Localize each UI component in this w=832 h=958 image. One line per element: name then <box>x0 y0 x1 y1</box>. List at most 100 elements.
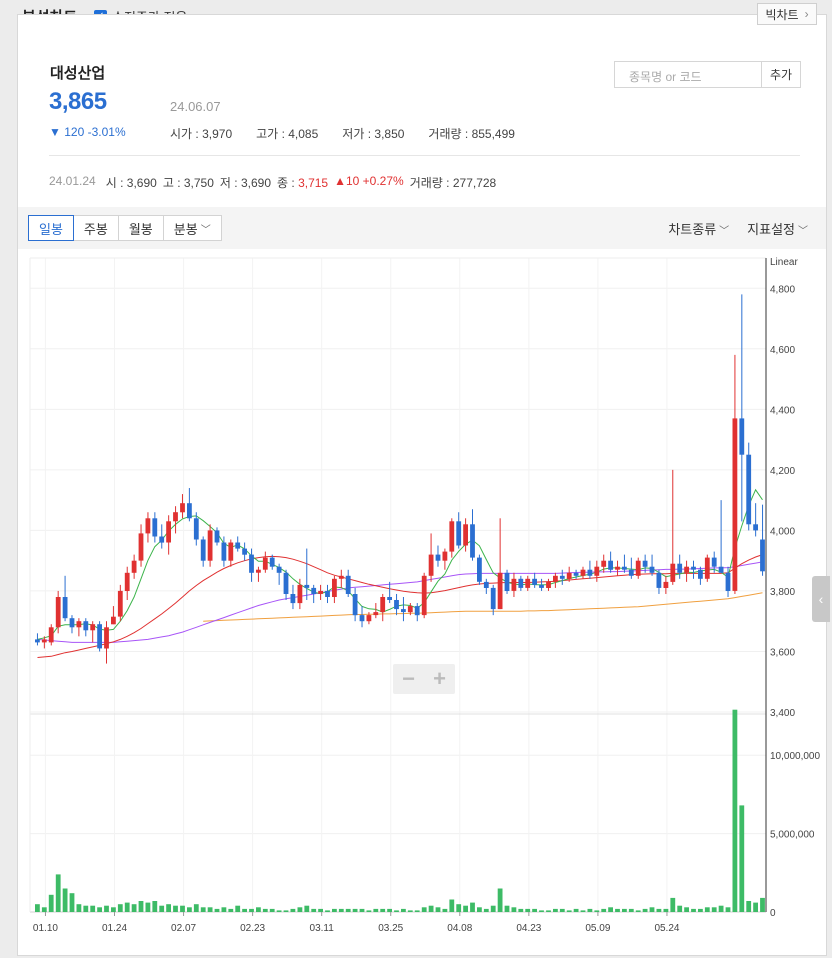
volume-bar <box>276 910 282 912</box>
volume-bar <box>62 888 68 912</box>
candle-body <box>338 575 344 579</box>
volume-bar <box>269 908 275 912</box>
volume-bar <box>207 907 213 912</box>
volume-bar <box>387 908 392 912</box>
volume-bar <box>511 907 517 912</box>
tab-daily[interactable]: 일봉 <box>28 215 74 241</box>
candle-body <box>97 624 102 649</box>
x-tick-label: 04.08 <box>447 923 472 934</box>
candle-body <box>573 572 579 576</box>
volume-bar <box>746 901 752 912</box>
candle-body <box>256 569 261 573</box>
candle-body <box>304 584 310 588</box>
volume-bar <box>670 897 676 912</box>
ma120-line <box>203 592 763 622</box>
volume-bar <box>553 908 558 912</box>
volume-bar <box>559 908 565 912</box>
volume-bar <box>677 905 683 912</box>
volume-tick-label: 0 <box>770 908 776 919</box>
candle-body <box>470 524 475 558</box>
price-volume-chart[interactable]: Linear 4,800 4,600 4,400 4,200 4,000 3,800 3,60… <box>0 0 832 958</box>
volume-bar <box>380 908 386 912</box>
candle-body <box>221 542 227 561</box>
candle-body <box>442 551 448 561</box>
volume-bar <box>152 901 158 912</box>
side-panel-toggle[interactable]: ‹ <box>812 576 830 622</box>
candle-body <box>483 581 489 588</box>
price-tick-label: 3,600 <box>770 647 795 658</box>
volume-bar <box>497 888 503 912</box>
candle-body <box>55 597 61 628</box>
candle-body <box>235 542 241 549</box>
candle-body <box>387 597 392 600</box>
volume-bar <box>138 901 144 912</box>
volume-bar <box>48 894 54 912</box>
volume-bar <box>407 910 413 912</box>
candle-body <box>41 639 47 643</box>
volume-bar <box>587 908 593 912</box>
volume-bar <box>193 904 199 912</box>
x-tick-label: 02.23 <box>240 923 265 934</box>
candle-body <box>249 554 254 573</box>
candle-body <box>124 572 130 591</box>
candle-body <box>166 521 171 543</box>
volume-bar <box>104 905 109 912</box>
zoom-out-icon[interactable]: − <box>402 666 415 692</box>
candle-body <box>504 572 510 591</box>
volume-bar <box>456 904 462 912</box>
candle-body <box>587 569 593 576</box>
candle-body <box>642 560 648 567</box>
volume-bar <box>359 908 365 912</box>
scale-label: Linear <box>770 257 798 268</box>
volume-bar <box>318 908 323 912</box>
volume-bar <box>539 910 544 912</box>
volume-bar <box>332 908 337 912</box>
volume-bar <box>490 905 496 912</box>
candle-body <box>35 639 40 643</box>
volume-bar <box>373 908 379 912</box>
x-tick-label: 01.10 <box>33 923 58 934</box>
volume-bar <box>90 905 96 912</box>
candle-body <box>435 554 441 561</box>
volume-bar <box>732 709 738 912</box>
candle-body <box>145 518 151 534</box>
x-tick-label: 05.09 <box>585 923 610 934</box>
volume-bar <box>283 910 289 912</box>
candle-body <box>490 587 496 610</box>
price-tick-label: 4,000 <box>770 526 795 537</box>
candle-body <box>566 572 572 579</box>
volume-bar <box>311 908 317 912</box>
volume-bar <box>159 905 165 912</box>
volume-bar <box>414 910 420 912</box>
candle-body <box>594 566 600 576</box>
volume-bar <box>573 908 579 912</box>
candle-body <box>608 560 613 570</box>
volume-bar <box>180 905 185 912</box>
candle-body <box>290 594 296 604</box>
candle-body <box>193 518 199 540</box>
volume-bar <box>525 908 531 912</box>
volume-bar <box>483 908 489 912</box>
candle-body <box>62 597 68 619</box>
candle-body <box>311 587 317 594</box>
candle-body <box>497 572 503 610</box>
zoom-in-icon[interactable]: + <box>433 666 446 692</box>
candle-body <box>48 627 54 643</box>
volume-bar <box>608 907 613 912</box>
candle-body <box>262 557 268 570</box>
candle-body <box>559 575 565 579</box>
volume-bar <box>187 907 192 912</box>
volume-bar <box>442 908 448 912</box>
candle-body <box>698 569 703 579</box>
volume-bar <box>145 902 151 912</box>
volume-bar <box>290 908 296 912</box>
candle-body <box>553 575 558 582</box>
volume-bar <box>304 905 310 912</box>
volume-bar <box>566 910 572 912</box>
volume-bar <box>725 907 731 912</box>
volume-bar <box>117 904 123 912</box>
price-tick-label: 4,800 <box>770 284 795 295</box>
candle-body <box>152 518 158 537</box>
candle-body <box>656 572 662 588</box>
candle-body <box>297 584 303 604</box>
